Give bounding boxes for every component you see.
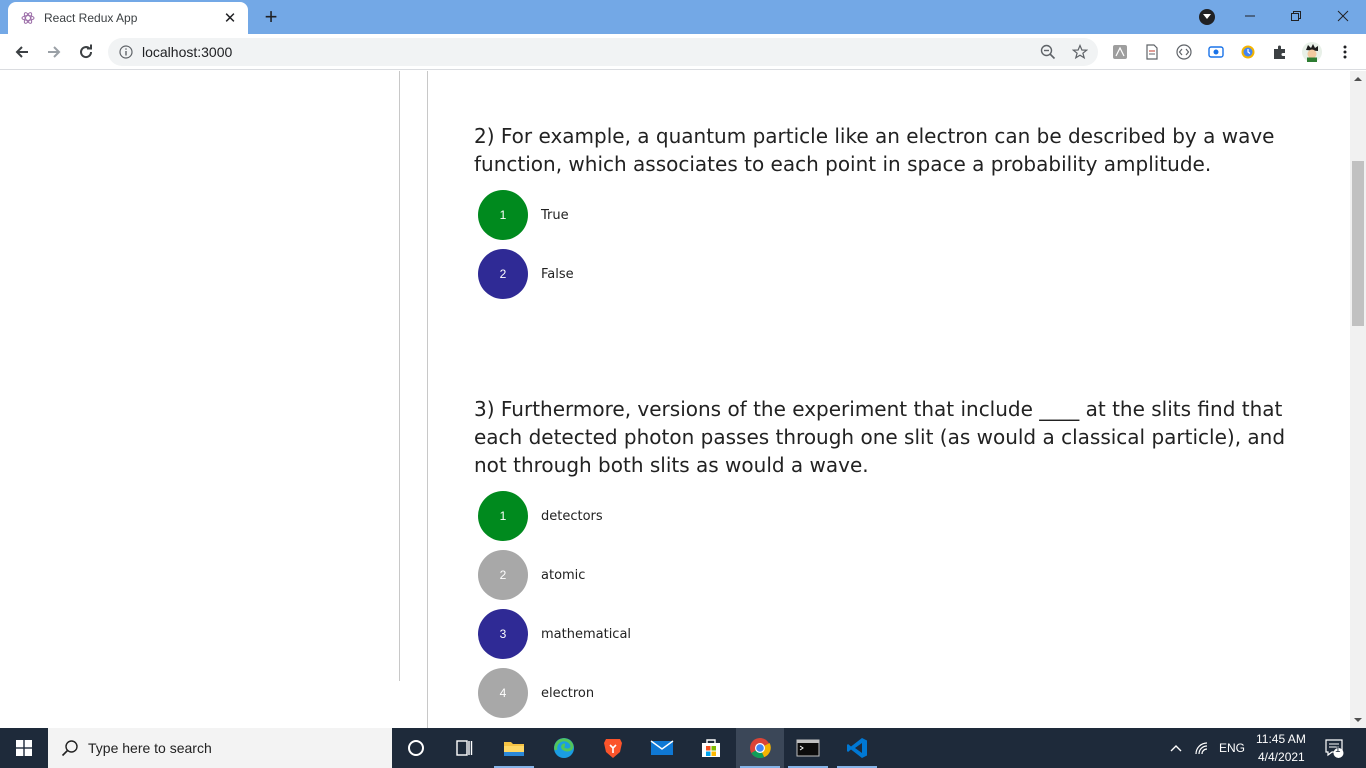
- restore-button[interactable]: [1273, 0, 1319, 32]
- address-bar[interactable]: localhost:3000: [108, 38, 1098, 66]
- answer-option[interactable]: 4 electron: [478, 668, 594, 718]
- microsoft-store-icon[interactable]: [687, 728, 735, 768]
- wifi-icon[interactable]: [1190, 728, 1214, 768]
- option-label: mathematical: [541, 626, 632, 642]
- forward-button[interactable]: [39, 37, 69, 67]
- profile-avatar-icon[interactable]: [1302, 42, 1322, 62]
- code-extension-icon[interactable]: [1175, 43, 1193, 61]
- scroll-down-arrow-icon[interactable]: [1350, 712, 1366, 728]
- tab-search-icon[interactable]: [1199, 9, 1215, 25]
- question-text: 3) Furthermore, versions of the experime…: [474, 397, 1286, 477]
- option-number-badge[interactable]: 2: [478, 550, 528, 600]
- mail-icon[interactable]: [638, 728, 686, 768]
- screen-recorder-extension-icon[interactable]: [1207, 43, 1225, 61]
- file-explorer-icon[interactable]: [490, 728, 538, 768]
- search-icon: [60, 738, 80, 758]
- document-extension-icon[interactable]: [1143, 43, 1161, 61]
- clock-time[interactable]: 11:45 AM: [1256, 732, 1306, 746]
- option-number-badge[interactable]: 3: [478, 609, 528, 659]
- chrome-browser-icon[interactable]: [736, 728, 784, 768]
- clock-date[interactable]: 4/4/2021: [1258, 750, 1305, 764]
- tab-strip: React Redux App ✕ +: [0, 0, 1366, 34]
- vscode-icon[interactable]: [833, 728, 881, 768]
- option-number-badge[interactable]: 1: [478, 491, 528, 541]
- terminal-icon[interactable]: [784, 728, 832, 768]
- option-number-badge[interactable]: 1: [478, 190, 528, 240]
- question-text: 2) For example, a quantum particle like …: [474, 124, 1275, 176]
- timer-extension-icon[interactable]: [1239, 43, 1257, 61]
- show-hidden-icons-chevron-icon[interactable]: [1160, 728, 1192, 768]
- task-view-icon[interactable]: [440, 728, 488, 768]
- option-label: False: [541, 266, 574, 282]
- close-window-button[interactable]: [1320, 0, 1366, 32]
- notification-count-badge: 1: [1335, 744, 1341, 755]
- option-label: atomic: [541, 567, 586, 583]
- taskbar-search-box[interactable]: Type here to search: [48, 728, 392, 768]
- answer-option[interactable]: 1 detectors: [478, 491, 603, 541]
- extensions-puzzle-icon[interactable]: [1271, 43, 1289, 61]
- browser-toolbar: localhost:3000: [0, 34, 1366, 70]
- language-indicator[interactable]: ENG: [1219, 741, 1245, 755]
- option-label: True: [541, 207, 569, 223]
- content-divider: [427, 71, 428, 728]
- option-number-badge[interactable]: 4: [478, 668, 528, 718]
- browser-tab[interactable]: React Redux App ✕: [8, 2, 248, 34]
- back-button[interactable]: [7, 37, 37, 67]
- search-placeholder: Type here to search: [88, 740, 212, 756]
- option-label: detectors: [541, 508, 603, 524]
- reload-button[interactable]: [71, 37, 101, 67]
- scroll-up-arrow-icon[interactable]: [1350, 71, 1366, 87]
- notifications-icon[interactable]: 1: [1316, 728, 1352, 768]
- scroll-thumb[interactable]: [1352, 161, 1364, 326]
- brave-browser-icon[interactable]: [589, 728, 637, 768]
- answer-option[interactable]: 3 mathematical: [478, 609, 631, 659]
- option-number-badge[interactable]: 2: [478, 249, 528, 299]
- cortana-icon[interactable]: [392, 728, 440, 768]
- answer-option[interactable]: 2 False: [478, 249, 574, 299]
- tab-title: React Redux App: [44, 11, 138, 25]
- url-text: localhost:3000: [142, 44, 233, 60]
- bookmark-star-icon[interactable]: [1070, 42, 1090, 62]
- chrome-menu-icon[interactable]: [1336, 43, 1354, 61]
- edge-browser-icon[interactable]: [540, 728, 588, 768]
- windows-taskbar: Type here to search ENG 11:45 AM 4/4/202…: [0, 728, 1366, 768]
- option-label: electron: [541, 685, 595, 701]
- new-tab-button[interactable]: +: [258, 4, 284, 29]
- page-scrollbar[interactable]: [1350, 71, 1366, 728]
- minimize-button[interactable]: [1227, 0, 1273, 32]
- page-viewport: 2) For example, a quantum particle like …: [0, 71, 1350, 728]
- tab-close-icon[interactable]: ✕: [218, 6, 242, 30]
- left-panel: [0, 71, 400, 681]
- zoom-icon[interactable]: [1038, 42, 1058, 62]
- answer-option[interactable]: 1 True: [478, 190, 569, 240]
- answer-option[interactable]: 2 atomic: [478, 550, 585, 600]
- site-info-icon[interactable]: [118, 44, 134, 60]
- pdf-extension-icon[interactable]: [1111, 43, 1129, 61]
- react-favicon-icon: [20, 10, 36, 26]
- windows-start-icon[interactable]: [0, 728, 48, 768]
